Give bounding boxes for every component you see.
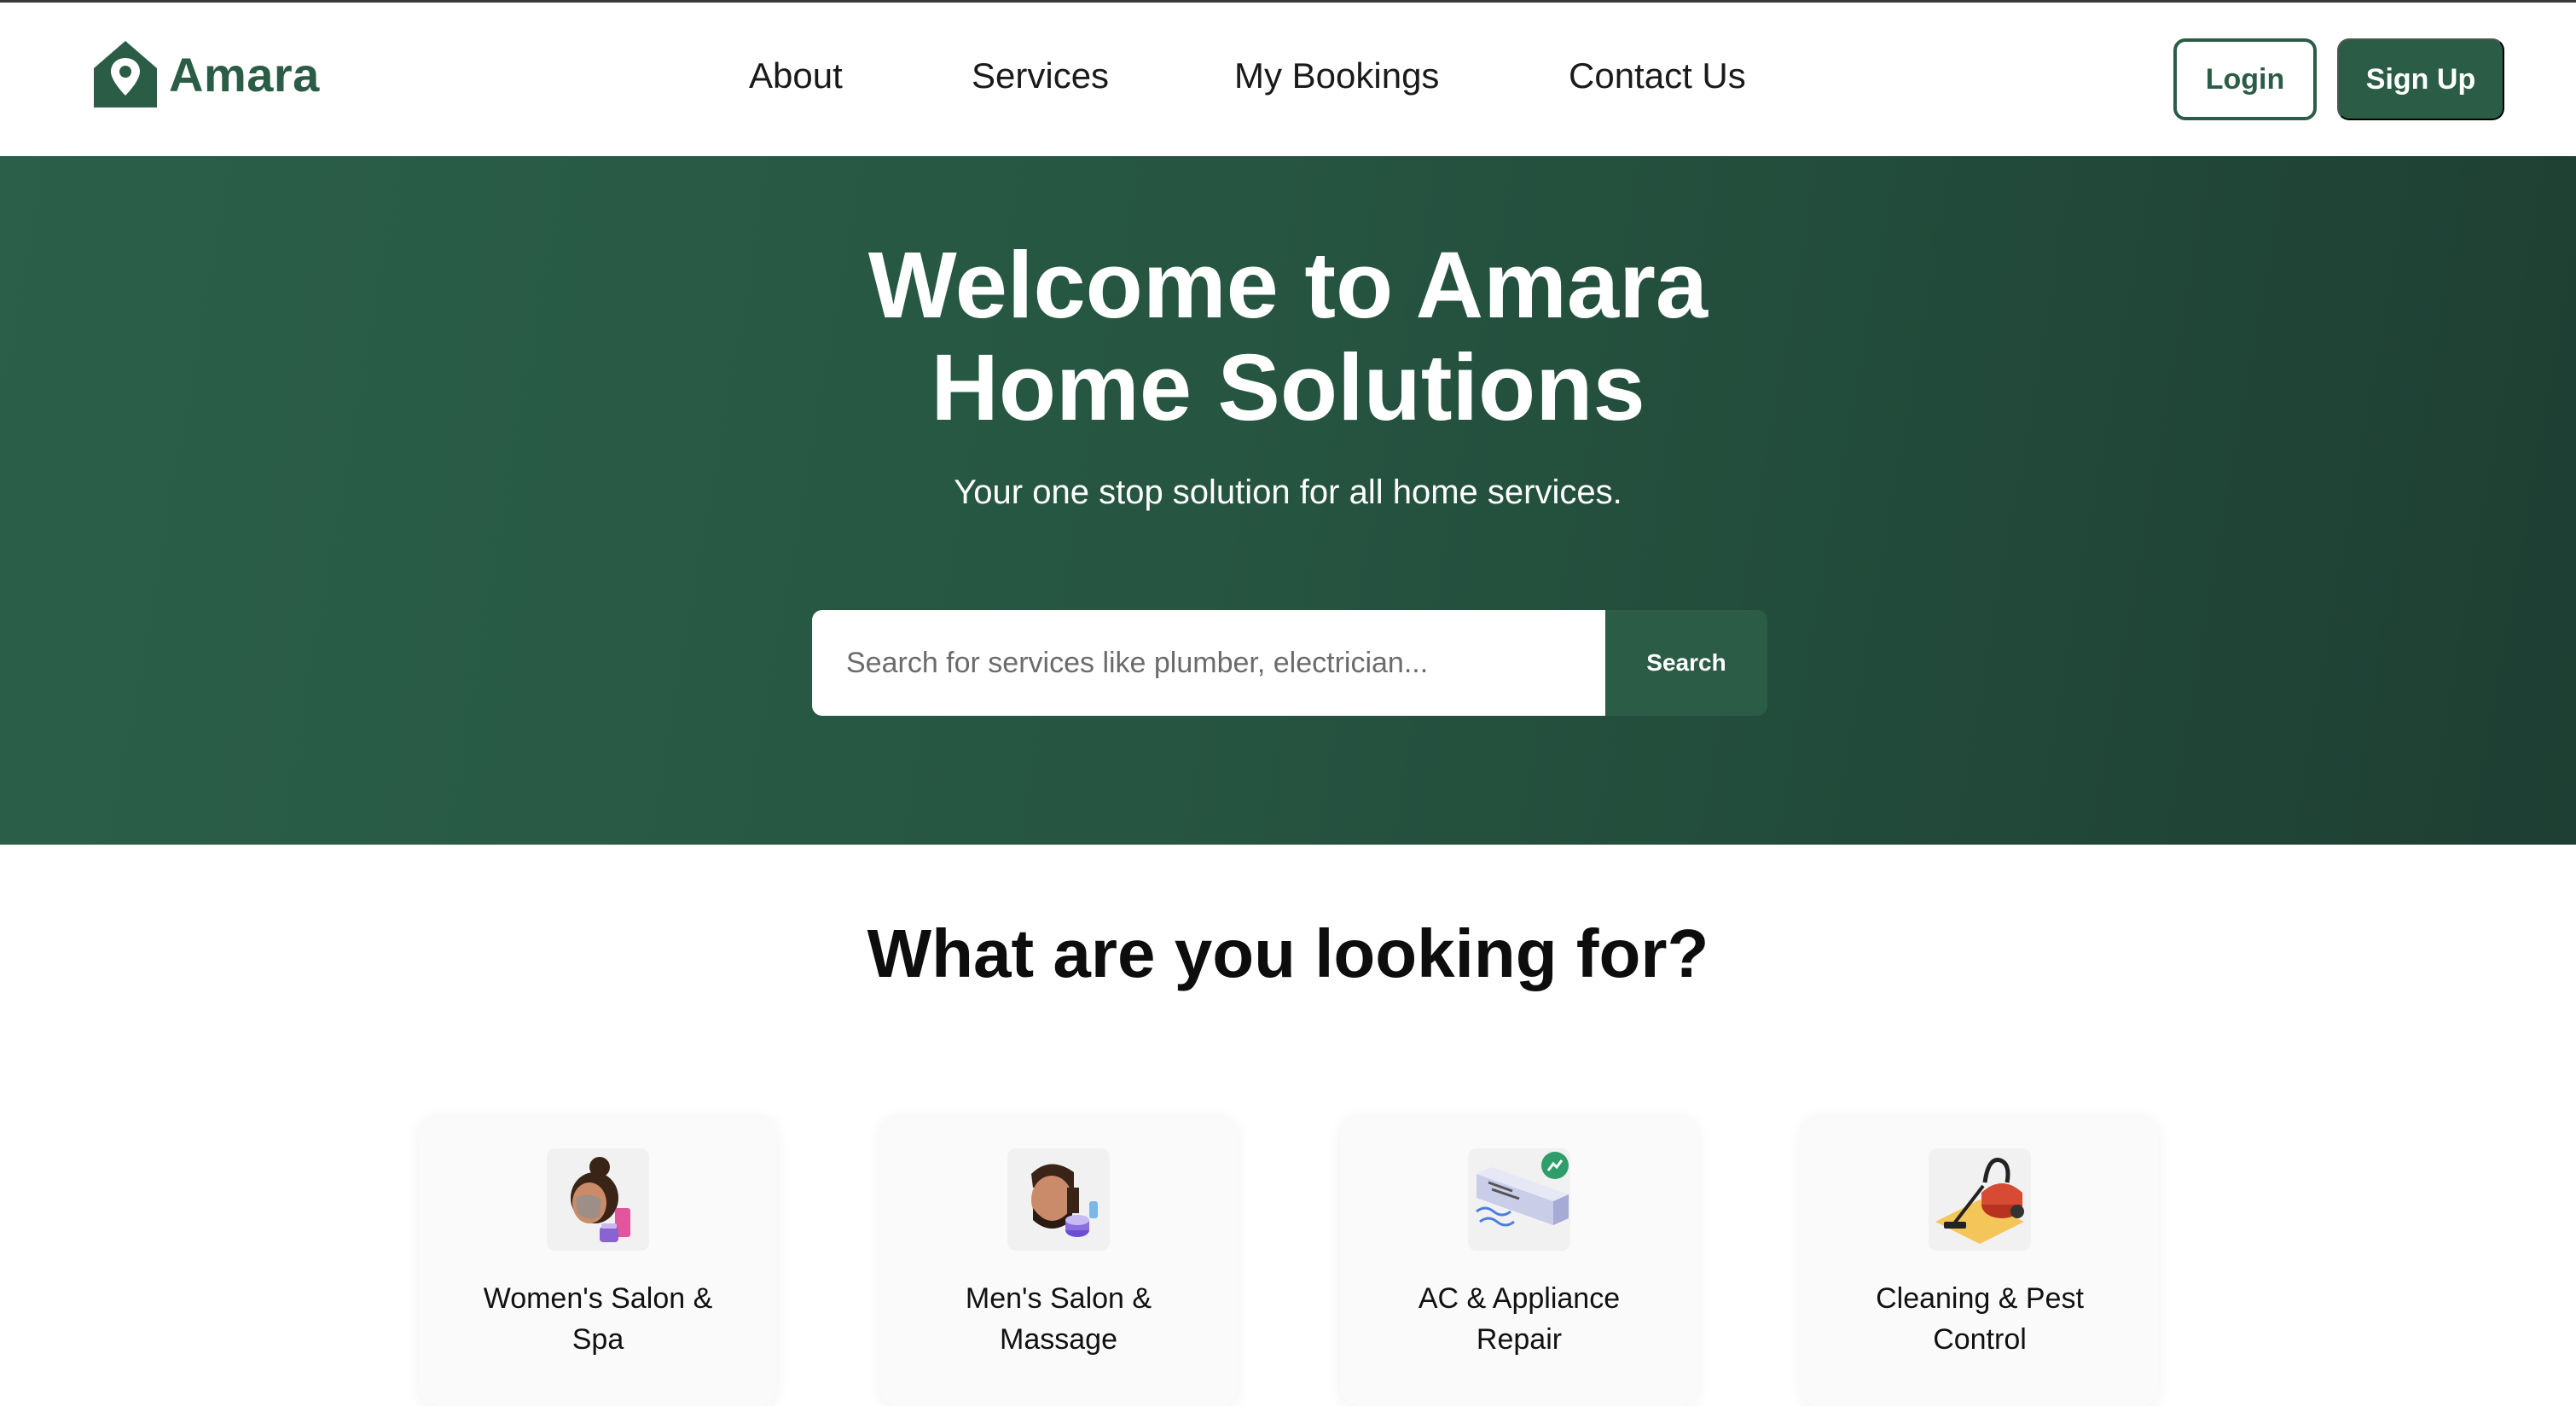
- category-card-womens-salon[interactable]: Women's Salon & Spa: [419, 1114, 777, 1406]
- search-button[interactable]: Search: [1605, 610, 1767, 716]
- nav-about[interactable]: About: [749, 55, 843, 96]
- section-title: What are you looking for?: [867, 915, 1709, 991]
- signup-button[interactable]: Sign Up: [2337, 38, 2504, 120]
- category-label: Cleaning & Pest Control: [1818, 1278, 2142, 1360]
- category-label-line2: Spa: [571, 1323, 624, 1356]
- nav-my-bookings[interactable]: My Bookings: [1234, 55, 1439, 96]
- category-label: Women's Salon & Spa: [436, 1278, 760, 1360]
- category-cards: Women's Salon & Spa Men's Salon & Massag…: [0, 1114, 2576, 1406]
- category-label-line2: Repair: [1476, 1323, 1563, 1356]
- home-location-icon: [94, 41, 157, 107]
- hero-title: Welcome to Amara Home Solutions: [0, 235, 2576, 439]
- women-salon-icon: [547, 1148, 649, 1251]
- category-label: AC & Appliance Repair: [1357, 1278, 1681, 1360]
- category-label-line2: Massage: [1000, 1323, 1117, 1356]
- hero-subtitle: Your one stop solution for all home serv…: [954, 474, 1622, 511]
- hero-title-line2: Home Solutions: [931, 335, 1645, 440]
- brand-logo[interactable]: Amara: [92, 38, 320, 110]
- login-button[interactable]: Login: [2173, 38, 2317, 120]
- men-salon-icon: [1007, 1148, 1110, 1251]
- brand-name: Amara: [169, 47, 320, 102]
- category-label-line1: Men's Salon &: [965, 1282, 1152, 1315]
- category-label: Men's Salon & Massage: [896, 1278, 1221, 1360]
- category-card-mens-salon[interactable]: Men's Salon & Massage: [879, 1114, 1238, 1406]
- nav-services[interactable]: Services: [972, 55, 1109, 96]
- hero-title-line1: Welcome to Amara: [867, 233, 1709, 338]
- vacuum-cleaner-icon: [1929, 1148, 2031, 1251]
- category-card-cleaning[interactable]: Cleaning & Pest Control: [1801, 1114, 2159, 1406]
- site-header: Amara About Services My Bookings Contact…: [0, 3, 2576, 156]
- search-bar: Search: [812, 610, 1767, 716]
- category-label-line2: Control: [1933, 1323, 2027, 1356]
- nav-contact-us[interactable]: Contact Us: [1569, 55, 1746, 96]
- ac-repair-icon: [1468, 1148, 1570, 1251]
- category-label-line1: AC & Appliance: [1418, 1282, 1621, 1315]
- search-input[interactable]: [812, 610, 1605, 716]
- category-card-ac-repair[interactable]: AC & Appliance Repair: [1340, 1114, 1698, 1406]
- category-label-line1: Cleaning & Pest: [1876, 1282, 2084, 1315]
- category-label-line1: Women's Salon &: [483, 1282, 713, 1315]
- hero-banner: Welcome to Amara Home Solutions Your one…: [0, 156, 2576, 845]
